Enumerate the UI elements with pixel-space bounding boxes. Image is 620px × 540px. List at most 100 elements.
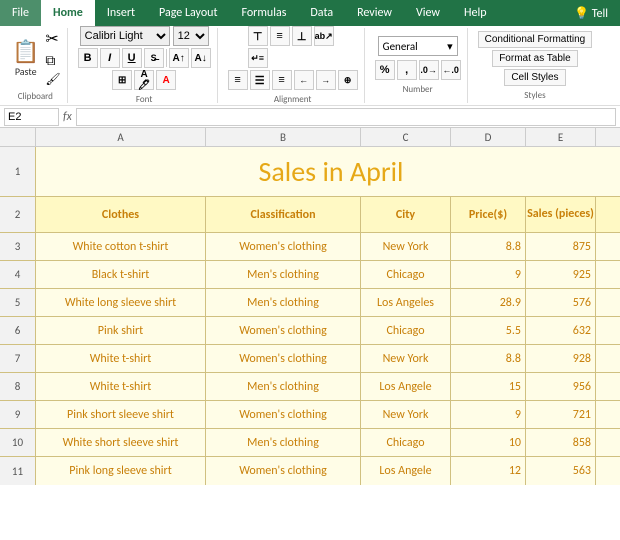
cell-city-3[interactable]: Chicago: [361, 317, 451, 344]
tab-file[interactable]: File: [0, 0, 41, 26]
header-classification[interactable]: Classification: [206, 197, 361, 232]
header-price[interactable]: Price($): [451, 197, 526, 232]
conditional-formatting-button[interactable]: Conditional Formatting: [478, 31, 593, 48]
font-color-button[interactable]: A: [156, 70, 176, 90]
cell-classification-4[interactable]: Women's clothing: [206, 345, 361, 372]
cell-classification-8[interactable]: Women's clothing: [206, 457, 361, 485]
cell-sales-2[interactable]: 576: [526, 289, 596, 316]
cell-styles-button[interactable]: Cell Styles: [504, 69, 565, 86]
cut-icon[interactable]: ✂: [45, 29, 60, 49]
strikethrough-button[interactable]: S̶: [144, 48, 164, 68]
cell-classification-0[interactable]: Women's clothing: [206, 233, 361, 260]
align-right-button[interactable]: ≡: [272, 70, 292, 90]
cell-sales-0[interactable]: 875: [526, 233, 596, 260]
cell-price-5[interactable]: 15: [451, 373, 526, 400]
fill-color-button[interactable]: A🖊: [134, 70, 154, 90]
cell-city-5[interactable]: Los Angele: [361, 373, 451, 400]
merge-center-button[interactable]: ⊕: [338, 70, 358, 90]
paste-button[interactable]: 📋 Paste: [10, 36, 41, 80]
formula-input[interactable]: [76, 108, 616, 126]
number-format-dropdown[interactable]: General ▾: [378, 36, 458, 56]
cell-price-7[interactable]: 10: [451, 429, 526, 456]
header-city[interactable]: City: [361, 197, 451, 232]
cell-reference-input[interactable]: [4, 108, 59, 126]
italic-button[interactable]: I: [100, 48, 120, 68]
cell-clothes-0[interactable]: White cotton t-shirt: [36, 233, 206, 260]
tab-view[interactable]: View: [404, 0, 452, 26]
cell-clothes-8[interactable]: Pink long sleeve shirt: [36, 457, 206, 485]
copy-icon[interactable]: ⧉: [45, 52, 60, 69]
cell-city-6[interactable]: New York: [361, 401, 451, 428]
align-left-button[interactable]: ≡: [228, 70, 248, 90]
decrease-decimal-button[interactable]: ←.0: [441, 60, 461, 80]
font-increase-button[interactable]: A↑: [169, 48, 189, 68]
cell-price-0[interactable]: 8.8: [451, 233, 526, 260]
cell-classification-1[interactable]: Men's clothing: [206, 261, 361, 288]
cell-sales-4[interactable]: 928: [526, 345, 596, 372]
col-header-a[interactable]: A: [36, 128, 206, 146]
font-name-select[interactable]: Calibri Light: [80, 26, 170, 46]
percent-button[interactable]: %: [375, 60, 395, 80]
tab-data[interactable]: Data: [298, 0, 345, 26]
align-top-button[interactable]: ⊤: [248, 26, 268, 46]
header-sales[interactable]: Sales (pieces): [526, 197, 596, 232]
cell-sales-7[interactable]: 858: [526, 429, 596, 456]
border-button[interactable]: ⊞: [112, 70, 132, 90]
indent-decrease-button[interactable]: ←: [294, 70, 314, 90]
header-clothes[interactable]: Clothes: [36, 197, 206, 232]
comma-button[interactable]: ,: [397, 60, 417, 80]
tab-help[interactable]: Help: [452, 0, 499, 26]
cell-clothes-5[interactable]: White t-shirt: [36, 373, 206, 400]
cell-sales-5[interactable]: 956: [526, 373, 596, 400]
cell-price-8[interactable]: 12: [451, 457, 526, 485]
cell-sales-6[interactable]: 721: [526, 401, 596, 428]
cell-price-3[interactable]: 5.5: [451, 317, 526, 344]
align-middle-button[interactable]: ≡: [270, 26, 290, 46]
cell-sales-8[interactable]: 563: [526, 457, 596, 485]
align-bottom-button[interactable]: ⊥: [292, 26, 312, 46]
tab-home[interactable]: Home: [41, 0, 95, 26]
cell-city-8[interactable]: Los Angele: [361, 457, 451, 485]
cell-clothes-7[interactable]: White short sleeve shirt: [36, 429, 206, 456]
title-cell[interactable]: Sales in April: [36, 147, 620, 196]
cell-price-2[interactable]: 28.9: [451, 289, 526, 316]
col-header-c[interactable]: C: [361, 128, 451, 146]
cell-price-1[interactable]: 9: [451, 261, 526, 288]
cell-city-1[interactable]: Chicago: [361, 261, 451, 288]
cell-classification-6[interactable]: Women's clothing: [206, 401, 361, 428]
col-header-e[interactable]: E: [526, 128, 596, 146]
increase-decimal-button[interactable]: .0→: [419, 60, 439, 80]
cell-clothes-3[interactable]: Pink shirt: [36, 317, 206, 344]
underline-button[interactable]: U: [122, 48, 142, 68]
cell-sales-3[interactable]: 632: [526, 317, 596, 344]
tab-review[interactable]: Review: [345, 0, 404, 26]
tab-page-layout[interactable]: Page Layout: [147, 0, 229, 26]
align-center-button[interactable]: ☰: [250, 70, 270, 90]
bold-button[interactable]: B: [78, 48, 98, 68]
cell-classification-5[interactable]: Men's clothing: [206, 373, 361, 400]
format-as-table-button[interactable]: Format as Table: [492, 50, 578, 67]
cell-classification-7[interactable]: Men's clothing: [206, 429, 361, 456]
cell-clothes-1[interactable]: Black t-shirt: [36, 261, 206, 288]
cell-clothes-6[interactable]: Pink short sleeve shirt: [36, 401, 206, 428]
cell-price-6[interactable]: 9: [451, 401, 526, 428]
cell-classification-3[interactable]: Women's clothing: [206, 317, 361, 344]
tab-insert[interactable]: Insert: [95, 0, 147, 26]
cell-city-2[interactable]: Los Angeles: [361, 289, 451, 316]
format-painter-icon[interactable]: 🖌: [45, 72, 60, 87]
cell-classification-2[interactable]: Men's clothing: [206, 289, 361, 316]
orient-button[interactable]: ab↗: [314, 26, 334, 46]
indent-increase-button[interactable]: →: [316, 70, 336, 90]
cell-clothes-4[interactable]: White t-shirt: [36, 345, 206, 372]
font-size-select[interactable]: 12: [173, 26, 209, 46]
wrap-text-button[interactable]: ↵≡: [248, 48, 268, 68]
cell-city-7[interactable]: Chicago: [361, 429, 451, 456]
cell-sales-1[interactable]: 925: [526, 261, 596, 288]
cell-price-4[interactable]: 8.8: [451, 345, 526, 372]
tab-formulas[interactable]: Formulas: [229, 0, 298, 26]
tab-tell[interactable]: 💡 Tell: [562, 0, 620, 26]
font-decrease-button[interactable]: A↓: [191, 48, 211, 68]
col-header-d[interactable]: D: [451, 128, 526, 146]
cell-city-4[interactable]: New York: [361, 345, 451, 372]
cell-city-0[interactable]: New York: [361, 233, 451, 260]
